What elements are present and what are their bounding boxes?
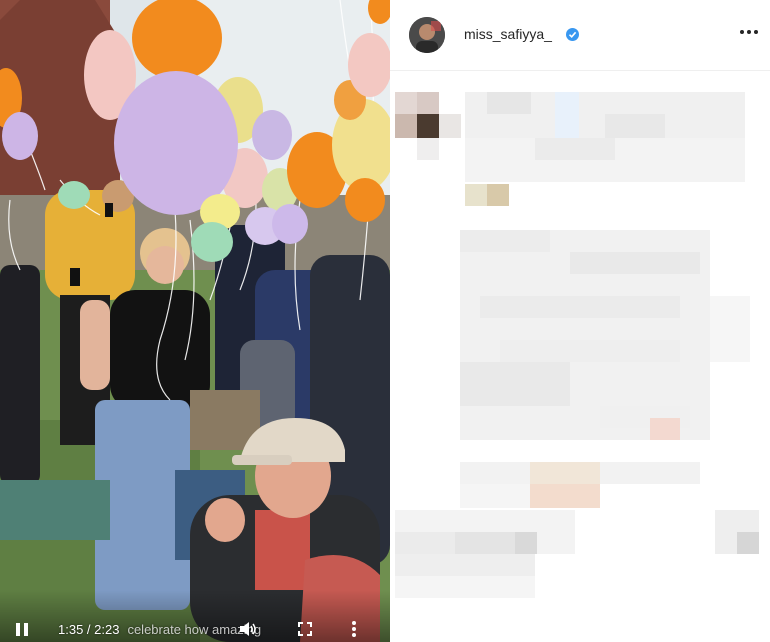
- verified-badge-icon: [566, 28, 579, 41]
- pixelated-comment: [395, 92, 755, 212]
- video-player[interactable]: 1:35 / 2:23 celebrate how amazing: [0, 0, 390, 642]
- video-time: 1:35 / 2:23: [58, 621, 120, 637]
- post-header: miss_safiyya_: [390, 0, 770, 71]
- pixelated-comment: [395, 510, 765, 620]
- pixelated-comment: [460, 462, 700, 510]
- pause-icon[interactable]: [16, 622, 32, 636]
- avatar[interactable]: [409, 17, 445, 53]
- video-frame: [0, 0, 390, 642]
- pixelated-comment: [460, 230, 760, 440]
- speaker-icon[interactable]: [240, 622, 258, 636]
- fullscreen-icon[interactable]: [298, 622, 312, 636]
- video-controls: 1:35 / 2:23 celebrate how amazing: [0, 616, 390, 642]
- post-panel: miss_safiyya_: [390, 0, 770, 642]
- username[interactable]: miss_safiyya_: [464, 26, 552, 42]
- more-horizontal-icon[interactable]: [740, 30, 758, 34]
- more-vertical-icon[interactable]: [346, 620, 362, 638]
